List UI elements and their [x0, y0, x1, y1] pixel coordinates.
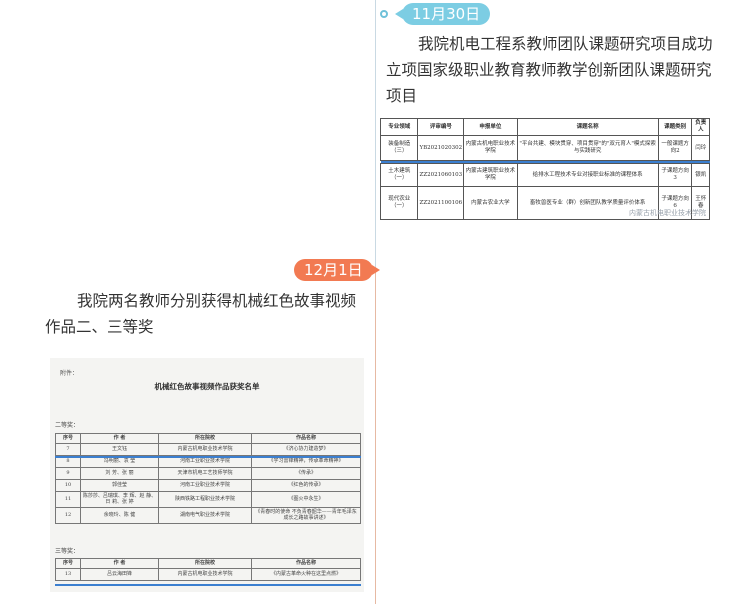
date-badge: 11月30日	[394, 3, 491, 25]
header-cell: 专业领域	[379, 118, 419, 136]
project-table: 专业领域 评审编号 申报单位 课题名称 课题类别 负责人 装备制造（三） YB2…	[379, 118, 710, 220]
header-cell: 申报单位	[463, 118, 518, 136]
table-row: 土木建筑（一） ZZ2021060103 内蒙古建筑职业技术学院 给排水工程技术…	[379, 163, 710, 187]
news-headline-link[interactable]: 我院两名教师分别获得机械红色故事视频作品二、三等奖	[45, 288, 367, 340]
table-row: 12 余晓玲、陈 健湖南电气职业技术学院 《青春时的使命 不负青春韶华——青年毛泽东…	[55, 506, 361, 524]
table-row: 11 陈莎莎、吕瑞琪、李 辉、赵 静、日 莉、张 婷陕西铁路工程职业技术学院 《图火…	[55, 490, 361, 508]
award-table: 序号 作 者 所在院校 作品名称 7 王文钰 内蒙古机电职业技术学院 《济心协力建造梦…	[55, 433, 361, 524]
table-row: 13 吕云海田锋 内蒙古机电职业技术学院 《内蒙古革命火种在这里点燃》	[55, 567, 361, 581]
date-badge: 12月1日	[294, 259, 380, 281]
section-label: 二等奖：	[55, 422, 80, 429]
document-title: 机械红色故事视频作品获奖名单	[154, 382, 260, 391]
news-image[interactable]: 附件： 机械红色故事视频作品获奖名单 二等奖： 序号 作 者 所在院校 作品名称…	[50, 358, 364, 592]
award-table-third: 序号 作 者 所在院校 作品名称 13 吕云海田锋 内蒙古机电职业技术学院 《内蒙古革…	[55, 558, 361, 581]
timeline-line-lower	[375, 270, 376, 604]
table-row: 7 王文钰 内蒙古机电职业技术学院 《济心协力建造梦》	[55, 442, 361, 456]
attachment-label: 附件：	[60, 370, 79, 377]
header-cell: 课题名称	[516, 118, 659, 136]
news-image[interactable]: 专业领域 评审编号 申报单位 课题名称 课题类别 负责人 装备制造（三） YB2…	[379, 118, 712, 228]
timeline-dot	[380, 10, 388, 18]
table-row: 10 郭佳莹 河南工业职业技术学院 《红色的传承》	[55, 478, 361, 492]
section-label: 三等奖：	[55, 548, 80, 555]
table-row: 装备制造（三） YB2021020302 内蒙古机电职业技术学院 "平台共建、模…	[379, 135, 710, 161]
highlight-bar	[55, 584, 361, 586]
highlight-bar	[55, 456, 361, 458]
watermark: 内蒙古机电职业技术学院	[629, 209, 706, 217]
header-cell: 负责人	[691, 118, 710, 136]
header-cell: 评审编号	[417, 118, 465, 136]
news-headline-link[interactable]: 我院机电工程系教师团队课题研究项目成功立项国家级职业教育教师教学创新团队课题研究…	[386, 31, 716, 109]
header-cell: 课题类别	[657, 118, 693, 136]
table-row: 9刘 芳、张 丽天津市机电工艺技师学院 《传承》	[55, 466, 361, 480]
